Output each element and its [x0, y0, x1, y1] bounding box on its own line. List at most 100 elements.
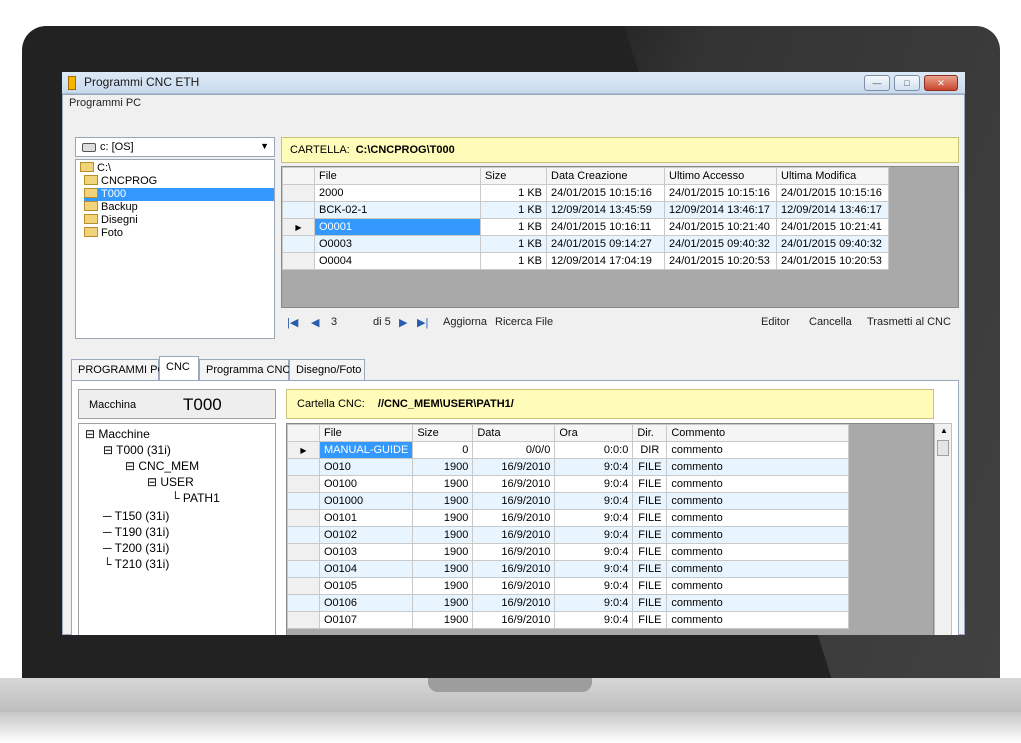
table-row[interactable]: O0107 1900 16/9/2010 9:0:4 FILE commento — [287, 611, 850, 629]
dropdown-arrow-icon: ▼ — [260, 141, 269, 151]
cell-data: 16/9/2010 — [472, 543, 556, 561]
cell-ora: 9:0:4 — [554, 611, 634, 629]
tree-label: Backup — [101, 201, 138, 213]
cell-data: 16/9/2010 — [472, 475, 556, 493]
tree-node-cnc-mem[interactable]: ⊟ CNC_MEM — [125, 460, 199, 473]
table-row[interactable]: O0003 1 KB 24/01/2015 09:14:27 24/01/201… — [282, 235, 889, 253]
record-position[interactable]: 3 — [331, 316, 337, 328]
table-row[interactable]: O0105 1900 16/9/2010 9:0:4 FILE commento — [287, 577, 850, 595]
cell-size: 1900 — [412, 594, 474, 612]
vertical-scrollbar[interactable]: ▲ — [934, 423, 952, 635]
tree-line-icon: ─ — [103, 541, 115, 555]
col-ultimo-accesso[interactable]: Ultimo Accesso — [664, 167, 777, 185]
close-button[interactable]: ✕ — [924, 75, 958, 91]
cell-data: 16/9/2010 — [472, 577, 556, 595]
ricerca-file-button[interactable]: Ricerca File — [495, 316, 553, 328]
tree-node-backup[interactable]: Backup — [84, 201, 138, 214]
cell-dir: FILE — [632, 475, 668, 493]
cell-data: 16/9/2010 — [472, 594, 556, 612]
table-row[interactable]: O010 1900 16/9/2010 9:0:4 FILE commento — [287, 458, 850, 476]
cell-size: 1900 — [412, 475, 474, 493]
scroll-up-icon[interactable]: ▲ — [940, 426, 948, 435]
col-size[interactable]: Size — [412, 424, 474, 442]
table-row[interactable]: O0100 1900 16/9/2010 9:0:4 FILE commento — [287, 475, 850, 493]
cell-dir: FILE — [632, 509, 668, 527]
tree-node-t000[interactable]: T000 — [84, 188, 274, 201]
table-row[interactable]: BCK-02-1 1 KB 12/09/2014 13:45:59 12/09/… — [282, 201, 889, 219]
machine-tree: ⊟ Macchine ⊟ T000 (31i) ⊟ CNC_MEM ⊟ USER… — [78, 423, 276, 635]
col-commento[interactable]: Commento — [666, 424, 850, 442]
tree-node-t150[interactable]: ─ T150 (31i) — [103, 510, 169, 523]
folder-path-bar: CARTELLA: C:\CNCPROG\T000 — [281, 137, 959, 163]
cell-size: 1 KB — [480, 218, 547, 236]
editor-button[interactable]: Editor — [761, 316, 790, 328]
cell-dir: FILE — [632, 543, 668, 561]
tree-node-t190[interactable]: ─ T190 (31i) — [103, 526, 169, 539]
table-row[interactable]: O0101 1900 16/9/2010 9:0:4 FILE commento — [287, 509, 850, 527]
drive-select[interactable]: c: [OS] ▼ — [75, 137, 275, 157]
cell-created: 12/09/2014 13:45:59 — [546, 201, 665, 219]
tree-node-user[interactable]: ⊟ USER — [147, 476, 194, 489]
tree-node-disegni[interactable]: Disegni — [84, 214, 138, 227]
table-row[interactable]: O0106 1900 16/9/2010 9:0:4 FILE commento — [287, 594, 850, 612]
cell-ora: 9:0:4 — [554, 526, 634, 544]
col-file[interactable]: File — [314, 167, 481, 185]
trasmetti-cnc-button[interactable]: Trasmetti al CNC — [867, 316, 951, 328]
table-row-selected[interactable]: ▶ MANUAL-GUIDE 0 0/0/0 0:0:0 DIR commento — [287, 441, 850, 459]
row-header — [282, 252, 315, 270]
tree-label: T190 (31i) — [114, 525, 170, 539]
tree-node-macchine[interactable]: ⊟ Macchine — [85, 428, 150, 441]
tab-programmi-pc[interactable]: PROGRAMMI PC — [71, 359, 165, 381]
minimize-button[interactable]: — — [864, 75, 890, 91]
cell-commento: commento — [666, 611, 850, 629]
col-dir[interactable]: Dir. — [632, 424, 668, 442]
tree-node-t000[interactable]: ⊟ T000 (31i) — [103, 444, 171, 457]
col-data-creazione[interactable]: Data Creazione — [546, 167, 665, 185]
tab-disegno-foto[interactable]: Disegno/Foto — [289, 359, 365, 381]
cell-modified: 24/01/2015 09:40:32 — [776, 235, 889, 253]
drive-folder-icon — [80, 162, 94, 172]
cell-size: 1 KB — [480, 201, 547, 219]
scroll-thumb[interactable] — [937, 440, 949, 456]
maximize-button[interactable]: □ — [894, 75, 920, 91]
table-row[interactable]: O0104 1900 16/9/2010 9:0:4 FILE commento — [287, 560, 850, 578]
tree-node-c[interactable]: C:\ — [80, 162, 111, 175]
tree-node-foto[interactable]: Foto — [84, 227, 123, 240]
cell-accessed: 24/01/2015 09:40:32 — [664, 235, 777, 253]
cell-file: O01000 — [318, 492, 414, 510]
programmi-pc-label: Programmi PC — [69, 97, 142, 109]
table-row[interactable]: O0004 1 KB 12/09/2014 17:04:19 24/01/201… — [282, 252, 889, 270]
cell-file: O0001 — [314, 218, 481, 236]
tab-cnc[interactable]: CNC — [159, 356, 199, 381]
tree-node-t200[interactable]: ─ T200 (31i) — [103, 542, 169, 555]
col-size[interactable]: Size — [480, 167, 547, 185]
folder-path-value: C:\CNCPROG\T000 — [355, 144, 455, 156]
grid-header: File Size Data Ora Dir. Commento — [287, 424, 850, 442]
cell-size: 1900 — [412, 526, 474, 544]
tree-node-t210[interactable]: └ T210 (31i) — [103, 558, 169, 571]
last-record-icon[interactable]: ▶| — [417, 316, 428, 329]
cell-commento: commento — [666, 458, 850, 476]
first-record-icon[interactable]: |◀ — [287, 316, 298, 329]
tree-node-cncprog[interactable]: CNCPROG — [84, 175, 157, 188]
cancella-button[interactable]: Cancella — [809, 316, 852, 328]
cell-modified: 12/09/2014 13:46:17 — [776, 201, 889, 219]
next-record-icon[interactable]: ▶ — [399, 316, 407, 329]
navigation-toolbar: |◀ ◀ 3 di 5 ▶ ▶| Aggiorna Ricerca File E… — [281, 312, 959, 332]
tree-label: Disegni — [101, 214, 138, 226]
col-file[interactable]: File — [318, 424, 414, 442]
table-row[interactable]: 2000 1 KB 24/01/2015 10:15:16 24/01/2015… — [282, 184, 889, 202]
prev-record-icon[interactable]: ◀ — [311, 316, 319, 329]
tree-node-path1[interactable]: └ PATH1 — [171, 492, 220, 505]
tab-programma-cnc[interactable]: Programma CNC — [199, 359, 290, 381]
table-row[interactable]: O01000 1900 16/9/2010 9:0:4 FILE commento — [287, 492, 850, 510]
aggiorna-button[interactable]: Aggiorna — [443, 316, 487, 328]
table-row[interactable]: O0102 1900 16/9/2010 9:0:4 FILE commento — [287, 526, 850, 544]
col-ora[interactable]: Ora — [554, 424, 634, 442]
table-row-selected[interactable]: ▶ O0001 1 KB 24/01/2015 10:16:11 24/01/2… — [282, 218, 889, 236]
col-ultima-modifica[interactable]: Ultima Modifica — [776, 167, 889, 185]
cell-dir: FILE — [632, 560, 668, 578]
col-data[interactable]: Data — [472, 424, 556, 442]
table-row[interactable]: O0103 1900 16/9/2010 9:0:4 FILE commento — [287, 543, 850, 561]
cell-dir: FILE — [632, 458, 668, 476]
